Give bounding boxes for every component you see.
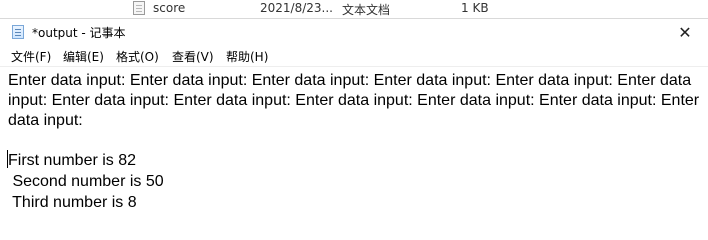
menu-edit[interactable]: 编辑(E): [63, 48, 104, 65]
text-caret: [7, 150, 8, 168]
close-icon: ✕: [678, 22, 692, 42]
editor-line: Third number is 8: [8, 194, 137, 211]
explorer-file-row[interactable]: score 2021/8/23... 文本文档 1 KB: [0, 0, 708, 18]
text-editor[interactable]: Enter data input: Enter data input: Ente…: [0, 66, 708, 240]
file-type: 文本文档: [342, 3, 391, 17]
editor-line: Enter data input: Enter data input: Ente…: [8, 72, 692, 89]
notepad-window: *output - 记事本 ✕ 文件(F) 编辑(E) 格式(O) 查看(V) …: [0, 18, 708, 240]
screen: score 2021/8/23... 文本文档 1 KB *output - 记…: [0, 0, 708, 240]
menu-format[interactable]: 格式(O): [116, 48, 159, 65]
editor-line: First number is 82: [8, 152, 137, 169]
file-name: score: [153, 1, 186, 15]
text-file-icon: [133, 1, 145, 15]
file-size: 1 KB: [461, 1, 489, 15]
menu-file[interactable]: 文件(F): [11, 48, 51, 65]
menu-bar: 文件(F) 编辑(E) 格式(O) 查看(V) 帮助(H): [0, 45, 708, 66]
editor-line: input: Enter data input: Enter data inpu…: [8, 92, 700, 109]
menu-view[interactable]: 查看(V): [172, 48, 214, 65]
close-button[interactable]: ✕: [662, 19, 708, 45]
menu-help[interactable]: 帮助(H): [226, 48, 268, 65]
window-title: *output - 记事本: [32, 26, 126, 40]
editor-line: data input:: [8, 112, 83, 129]
title-bar[interactable]: *output - 记事本 ✕: [0, 19, 708, 45]
editor-line: Second number is 50: [8, 173, 164, 190]
notepad-icon: [12, 25, 24, 39]
file-modified-date: 2021/8/23...: [260, 1, 333, 15]
